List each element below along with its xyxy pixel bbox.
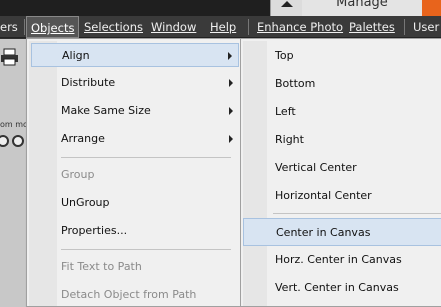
menu-item-detach-object-from-path: Detach Object from Path (31, 283, 239, 307)
menu-user-interface[interactable]: User I (409, 16, 441, 38)
submenu-item-vertical-center[interactable]: Vertical Center (243, 154, 441, 182)
menu-layers[interactable]: ers (0, 16, 22, 38)
menu-separator (61, 249, 231, 250)
submenu-item-left[interactable]: Left (243, 98, 441, 126)
accent-tab (422, 0, 441, 16)
menubar: ers Objects Selections Window Help Enhan… (0, 16, 441, 38)
menu-palettes[interactable]: Palettes (345, 16, 399, 38)
home-icon (281, 1, 293, 7)
menu-window-label: Window (151, 20, 197, 34)
menu-selections[interactable]: Selections (80, 16, 147, 38)
menubar-separator (404, 19, 405, 35)
menu-item-group: Group (31, 163, 239, 187)
submenu-arrow-icon (228, 52, 232, 60)
menu-item-label: Arrange (61, 132, 105, 145)
menu-item-label: Fit Text to Path (61, 260, 142, 273)
menubar-separator (248, 19, 249, 35)
menu-separator (273, 213, 441, 214)
zoom-in-icon[interactable] (12, 135, 24, 147)
zoom-mode-label: om mo (0, 120, 28, 129)
align-submenu: Top Bottom Left Right Vertical Center Ho… (240, 38, 441, 307)
submenu-arrow-icon (229, 135, 233, 143)
submenu-item-bottom[interactable]: Bottom (243, 70, 441, 98)
menu-window[interactable]: Window (147, 16, 200, 38)
menu-objects[interactable]: Objects (26, 16, 80, 38)
zoom-out-icon[interactable] (0, 135, 9, 147)
submenu-arrow-icon (229, 107, 233, 115)
menu-item-label: Detach Object from Path (61, 288, 197, 301)
menu-help-label: Help (210, 20, 237, 34)
menu-palettes-label: Palettes (349, 20, 395, 34)
menu-item-properties[interactable]: Properties... (31, 219, 239, 243)
menu-selections-label: Selections (84, 20, 143, 34)
menu-objects-label: Objects (31, 21, 75, 35)
left-toolbar: om mo (0, 39, 28, 307)
menu-item-label: UnGroup (61, 196, 110, 209)
tab-manage[interactable]: Manage (302, 0, 422, 16)
menu-item-label: Properties... (61, 224, 128, 237)
menu-item-ungroup[interactable]: UnGroup (31, 191, 239, 215)
menu-enhance-photo-label: Enhance Photo (257, 20, 344, 34)
print-icon[interactable] (0, 48, 20, 66)
menu-item-label: Align (62, 49, 90, 62)
submenu-arrow-icon (229, 79, 233, 87)
menu-separator (61, 157, 231, 158)
submenu-item-horizontal-center[interactable]: Horizontal Center (243, 182, 441, 210)
menu-item-distribute[interactable]: Distribute (31, 71, 239, 95)
menu-help[interactable]: Help (206, 16, 240, 38)
submenu-item-right[interactable]: Right (243, 126, 441, 154)
menu-item-label: Make Same Size (61, 104, 151, 117)
submenu-item-vert-center-in-canvas[interactable]: Vert. Center in Canvas (243, 274, 441, 302)
submenu-item-center-in-canvas[interactable]: Center in Canvas (243, 218, 441, 246)
menu-item-make-same-size[interactable]: Make Same Size (31, 99, 239, 123)
menu-item-label: Distribute (61, 76, 116, 89)
submenu-item-top[interactable]: Top (243, 42, 441, 70)
menu-item-arrange[interactable]: Arrange (31, 127, 239, 151)
menu-enhance-photo[interactable]: Enhance Photo (253, 16, 347, 38)
menubar-separator (24, 19, 25, 35)
submenu-item-horz-center-in-canvas[interactable]: Horz. Center in Canvas (243, 246, 441, 274)
objects-menu: Align Distribute Make Same Size Arrange … (26, 38, 242, 307)
app-window: Manage ers Objects Selections Window Hel… (0, 0, 441, 307)
menu-item-fit-text-to-path: Fit Text to Path (31, 255, 239, 279)
menu-item-align[interactable]: Align (31, 43, 239, 67)
home-button[interactable] (270, 0, 302, 16)
menu-item-label: Group (61, 168, 95, 181)
